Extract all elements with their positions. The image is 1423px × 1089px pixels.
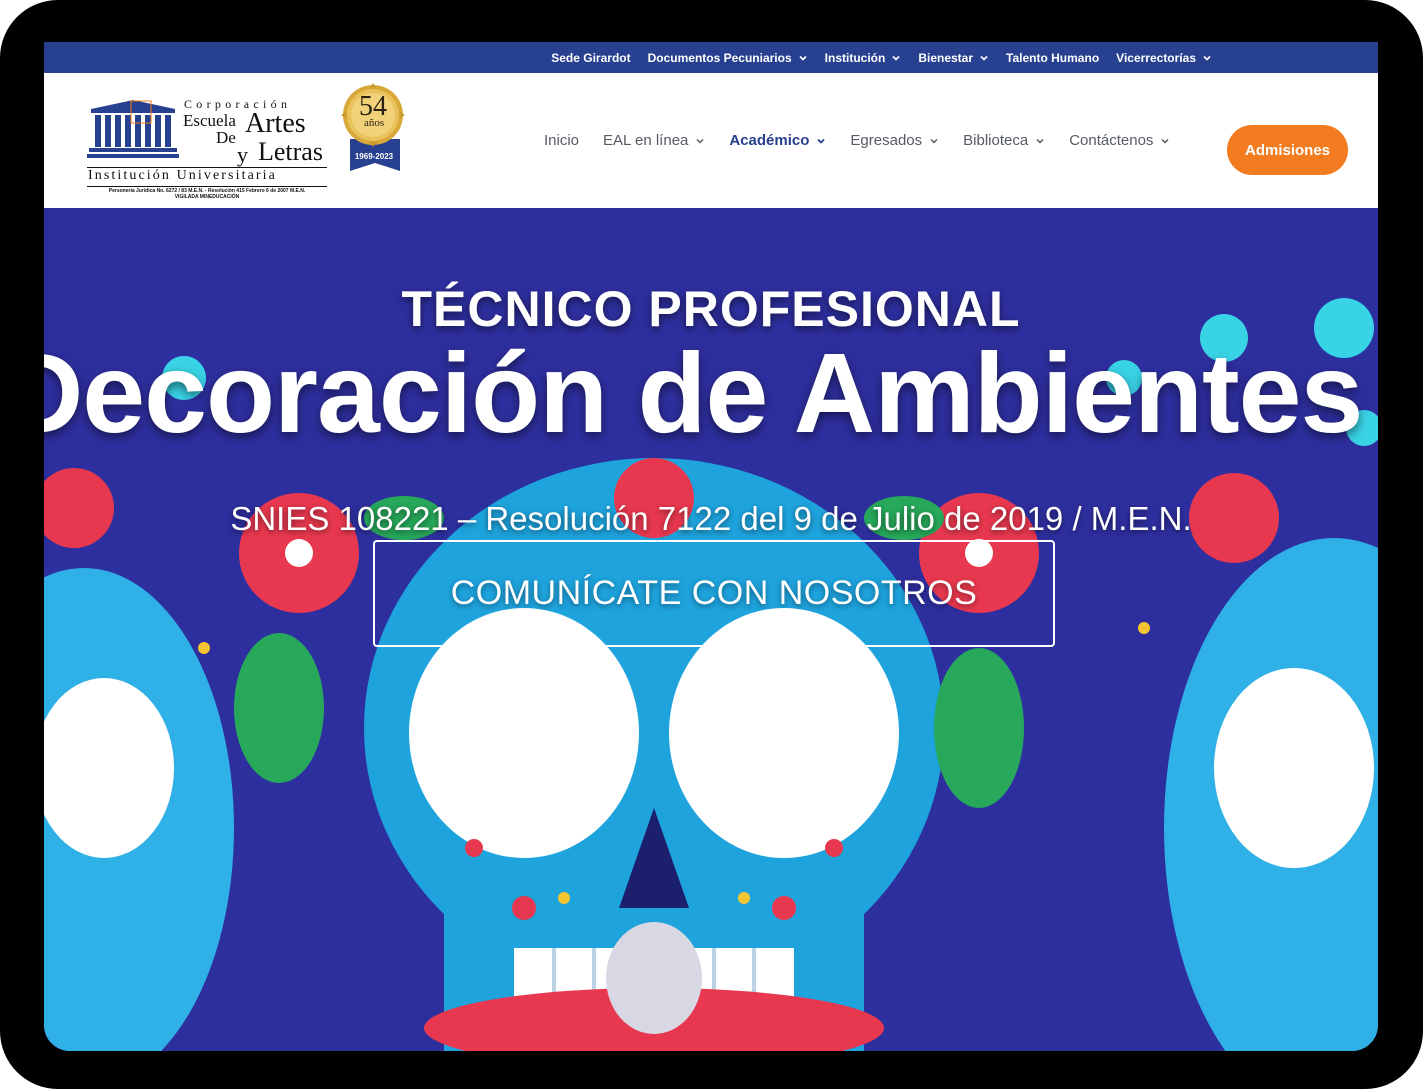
hero-title: Decoración de Ambientes xyxy=(44,330,1363,456)
topbar-item-label: Vicerrectorías xyxy=(1116,50,1196,65)
nav-item-contactenos[interactable]: Contáctenos xyxy=(1069,132,1170,149)
nav-item-inicio[interactable]: Inicio xyxy=(544,132,579,149)
building-icon xyxy=(87,100,179,158)
logo-letras: Letras xyxy=(258,137,323,166)
logo-artes: Artes xyxy=(245,108,306,139)
logo-institucion: Institución Universitaria xyxy=(88,168,277,183)
chevron-down-icon xyxy=(798,53,808,63)
admisiones-button[interactable]: Admisiones xyxy=(1227,125,1348,175)
nav-item-label: Inicio xyxy=(544,132,580,149)
nav-item-label: Contáctenos xyxy=(1069,132,1154,149)
top-utility-bar: Sede Girardot Documentos Pecuniarios Ins… xyxy=(44,42,1378,73)
chevron-down-icon xyxy=(1160,136,1170,146)
chevron-down-icon xyxy=(816,136,826,146)
anniversary-badge: 54 años 1969-2023 xyxy=(340,81,410,173)
logo-y: y xyxy=(237,142,248,167)
topbar-item-vicerrectorias[interactable]: Vicerrectorías xyxy=(1116,51,1212,65)
topbar-item-label: Bienestar xyxy=(918,50,974,65)
chevron-down-icon xyxy=(979,53,989,63)
device-frame: Sede Girardot Documentos Pecuniarios Ins… xyxy=(0,0,1423,1089)
chevron-down-icon xyxy=(695,136,705,146)
topbar-item-label: Documentos Pecuniarios xyxy=(647,50,792,65)
topbar-item-label: Institución xyxy=(824,50,886,65)
hero-subtitle: SNIES 108221 – Resolución 7122 del 9 de … xyxy=(230,500,1192,537)
chevron-down-icon xyxy=(1035,136,1045,146)
contact-us-button[interactable]: COMUNÍCATE CON NOSOTROS xyxy=(373,540,1055,647)
site-logo[interactable]: Corporación Escuela Artes De y Letras In… xyxy=(87,97,327,202)
logo-legal-text: Personería Jurídica No. 6272 / 83 M.E.N.… xyxy=(87,188,327,200)
topbar-item-institucion[interactable]: Institución xyxy=(825,51,902,65)
nav-item-label: EAL en línea xyxy=(603,132,689,149)
nav-item-label: Académico xyxy=(729,132,810,149)
logo-divider xyxy=(87,186,327,187)
nav-item-academico[interactable]: Académico xyxy=(729,132,826,149)
nav-item-label: Biblioteca xyxy=(963,132,1029,149)
topbar-item-documentos-pecuniarios[interactable]: Documentos Pecuniarios xyxy=(648,51,808,65)
topbar-item-bienestar[interactable]: Bienestar xyxy=(918,51,989,65)
topbar-item-talento-humano[interactable]: Talento Humano xyxy=(1006,51,1099,65)
chevron-down-icon xyxy=(929,136,939,146)
chevron-down-icon xyxy=(1202,53,1212,63)
topbar-item-sede-girardot[interactable]: Sede Girardot xyxy=(551,51,630,65)
badge-years: 1969-2023 xyxy=(354,152,394,161)
nav-item-eal-en-linea[interactable]: EAL en línea xyxy=(603,132,705,149)
topbar-item-label: Sede Girardot xyxy=(551,50,631,65)
nav-item-label: Egresados xyxy=(850,132,923,149)
hero-banner: TÉCNICO PROFESIONAL Decoración de Ambien… xyxy=(44,208,1378,1051)
badge-unit: años xyxy=(364,117,385,129)
nav-item-egresados[interactable]: Egresados xyxy=(850,132,939,149)
logo-de: De xyxy=(216,128,236,147)
nav-item-biblioteca[interactable]: Biblioteca xyxy=(963,132,1045,149)
hero-title-container: Decoración de Ambientes xyxy=(44,328,1378,458)
browser-viewport: Sede Girardot Documentos Pecuniarios Ins… xyxy=(44,42,1378,1051)
main-navigation: Inicio EAL en línea Académico Egresados … xyxy=(544,73,1194,208)
logo-legal-line: VIGILADA MINEDUCACIÓN xyxy=(174,194,240,200)
topbar-item-label: Talento Humano xyxy=(1006,50,1100,65)
chevron-down-icon xyxy=(891,53,901,63)
site-header: Corporación Escuela Artes De y Letras In… xyxy=(44,73,1378,208)
